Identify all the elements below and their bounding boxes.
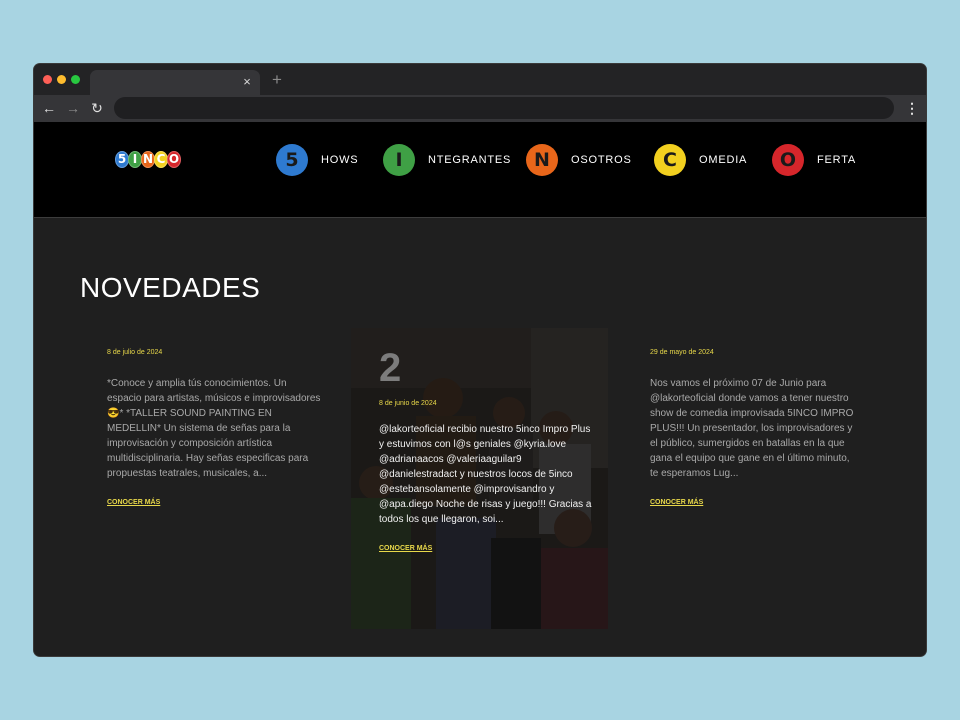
news-section: NOVEDADES 8 de julio de 2024 *Conoce y a…	[34, 218, 926, 656]
nav-label: NTEGRANTES	[428, 154, 512, 166]
nav-item-omedia[interactable]: C OMEDIA	[654, 143, 747, 177]
section-title: NOVEDADES	[80, 272, 261, 303]
nav-label: FERTA	[817, 154, 857, 166]
news-card-featured: 2 8 de junio de 2024 @lakorteoficial rec…	[351, 328, 608, 629]
nav-letter-badge: N	[526, 144, 558, 176]
card-date: 8 de junio de 2024	[379, 400, 437, 407]
nav-letter-badge: 5	[276, 144, 308, 176]
nav-item-ferta[interactable]: O FERTA	[772, 143, 856, 177]
logo-letter: I	[128, 150, 142, 168]
logo-letter: O	[167, 150, 181, 168]
reload-icon[interactable]: ↻	[87, 98, 107, 118]
read-more-link[interactable]: CONOCER MÁS	[107, 499, 160, 506]
nav-label: HOWS	[321, 154, 359, 166]
close-tab-icon[interactable]: ×	[240, 74, 254, 90]
nav-letter-badge: I	[383, 144, 415, 176]
back-arrow-icon[interactable]: ←	[39, 98, 59, 118]
browser-toolbar: ← → ↻ ⋮	[34, 95, 926, 122]
logo-letter: 5	[115, 150, 129, 168]
nav-item-hows[interactable]: 5 HOWS	[276, 143, 358, 177]
nav-label: OSOTROS	[571, 154, 632, 166]
new-tab-icon[interactable]: +	[270, 71, 284, 89]
card-date: 8 de julio de 2024	[107, 349, 163, 356]
close-window-button[interactable]	[43, 75, 52, 84]
nav-item-osotros[interactable]: N OSOTROS	[526, 143, 632, 177]
forward-arrow-icon[interactable]: →	[63, 98, 83, 118]
nav-label: OMEDIA	[699, 154, 748, 166]
card-date: 29 de mayo de 2024	[650, 349, 714, 356]
browser-menu-icon[interactable]: ⋮	[904, 98, 920, 118]
nav-item-ntegrantes[interactable]: I NTEGRANTES	[383, 143, 511, 177]
card-excerpt: *Conoce y amplia tús conocimientos. Un e…	[107, 378, 321, 479]
logo-letter: N	[141, 150, 155, 168]
browser-window: × + ← → ↻ ⋮ 5INCO 5 HOWS I NTEGRANTES N OSOTR…	[34, 64, 926, 656]
card-excerpt: Nos vamos el próximo 07 de Junio para @l…	[650, 378, 854, 479]
minimize-window-button[interactable]	[57, 75, 66, 84]
address-bar[interactable]	[114, 97, 894, 119]
site-logo[interactable]: 5INCO	[115, 149, 181, 169]
logo-letter: C	[154, 150, 168, 168]
card-number: 2	[379, 346, 402, 390]
news-card: 8 de julio de 2024 *Conoce y amplia tús …	[107, 349, 321, 509]
maximize-window-button[interactable]	[71, 75, 80, 84]
news-card: 29 de mayo de 2024 Nos vamos el próximo …	[650, 349, 856, 509]
read-more-link[interactable]: CONOCER MÁS	[650, 499, 703, 506]
card-excerpt: @lakorteoficial recibio nuestro 5inco Im…	[379, 424, 592, 525]
read-more-link[interactable]: CONOCER MÁS	[379, 545, 432, 552]
tab-bar: × +	[34, 64, 926, 95]
browser-tab[interactable]: ×	[90, 70, 260, 95]
nav-letter-badge: C	[654, 144, 686, 176]
nav-letter-badge: O	[772, 144, 804, 176]
site-header: 5INCO 5 HOWS I NTEGRANTES N OSOTROS C OMEDIA O FE…	[34, 122, 926, 218]
